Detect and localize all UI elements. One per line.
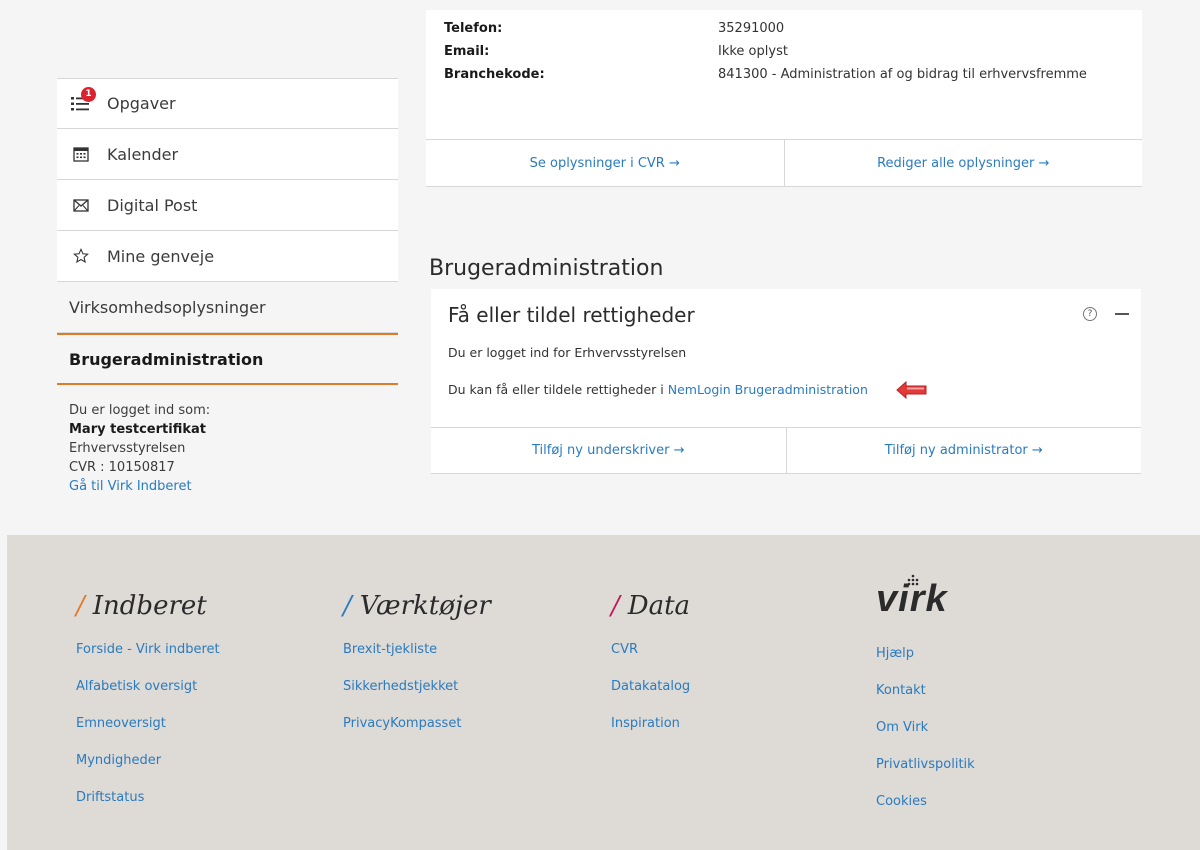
company-actions: Se oplysninger i CVR → Rediger alle oply… <box>426 139 1142 186</box>
footer-col-title-text: Indberet <box>92 591 207 621</box>
info-label: Telefon: <box>444 21 503 36</box>
footer-link[interactable]: Inspiration <box>611 715 690 752</box>
footer-col-data: / Data CVR Datakatalog Inspiration <box>611 591 690 752</box>
envelope-icon <box>69 198 93 212</box>
user-name: Mary testcertifikat <box>69 422 206 437</box>
footer-link[interactable]: Cookies <box>876 793 975 830</box>
footer-col-indberet: / Indberet Forside - Virk indberet Alfabe… <box>76 591 220 826</box>
footer-link[interactable]: Om Virk <box>876 719 975 756</box>
section-title: Brugeradministration <box>429 256 664 281</box>
sidebar-item-label: Opgaver <box>107 94 176 113</box>
sidebar-item-kalender[interactable]: Kalender <box>57 129 398 180</box>
footer-link[interactable]: Kontakt <box>876 682 975 719</box>
logged-in-text: Du er logget ind for Erhvervsstyrelsen <box>448 345 687 360</box>
footer-col-title: / Værktøjer <box>343 591 491 621</box>
nemlogin-link[interactable]: NemLogin Brugeradministration <box>668 382 868 397</box>
footer-link[interactable]: Alfabetisk oversigt <box>76 678 220 715</box>
footer-link[interactable]: PrivacyKompasset <box>343 715 491 752</box>
rights-actions: Tilføj ny underskriver → Tilføj ny admin… <box>431 427 1141 473</box>
footer-col-vaerktoejer: / Værktøjer Brexit-tjekliste Sikkerhedstj… <box>343 591 491 752</box>
footer-link[interactable]: Myndigheder <box>76 752 220 789</box>
title-slash: / <box>611 591 620 621</box>
title-slash: / <box>343 591 352 621</box>
info-row-email: Email: Ikke oplyst <box>426 40 1142 63</box>
rights-text-prefix: Du kan få eller tildele rettigheder i <box>448 382 668 397</box>
footer-link[interactable]: Hjælp <box>876 645 975 682</box>
user-org: Erhvervsstyrelsen <box>69 441 186 456</box>
title-slash: / <box>76 591 85 621</box>
card-title: Få eller tildel rettigheder <box>448 303 695 327</box>
sidebar-item-label: Digital Post <box>107 195 198 215</box>
footer-link[interactable]: Sikkerhedstjekket <box>343 678 491 715</box>
logo-dots-icon <box>907 574 919 586</box>
info-label: Branchekode: <box>444 67 545 82</box>
notification-badge: 1 <box>81 86 96 102</box>
footer-link[interactable]: Datakatalog <box>611 678 690 715</box>
info-label: Email: <box>444 44 490 59</box>
footer-link[interactable]: Emneoversigt <box>76 715 220 752</box>
info-value: Ikke oplyst <box>718 44 788 59</box>
sidebar-item-digital-post[interactable]: Digital Post <box>57 180 398 231</box>
virk-indberet-link[interactable]: Gå til Virk Indberet <box>69 477 386 496</box>
info-row-branchekode: Branchekode: 841300 - Administration af … <box>426 63 1142 86</box>
footer-col-title-text: Data <box>627 591 691 621</box>
info-value: 35291000 <box>718 21 785 36</box>
footer-col-title: / Data <box>611 591 690 621</box>
sidebar-item-mine-genveje[interactable]: Mine genveje <box>57 231 398 282</box>
star-icon <box>69 248 93 264</box>
sidebar-item-brugeradministration[interactable]: Brugeradministration <box>57 333 398 385</box>
footer-col-title-text: Værktøjer <box>359 591 491 621</box>
company-info-card: Telefon: 35291000 Email: Ikke oplyst Bra… <box>426 10 1142 187</box>
footer: / Indberet Forside - Virk indberet Alfabe… <box>7 535 1200 850</box>
sidebar-item-label: Mine genveje <box>107 246 215 266</box>
info-value: 841300 - Administration af og bidrag til… <box>718 67 1087 82</box>
add-admin-button[interactable]: Tilføj ny administrator → <box>785 428 1142 473</box>
virk-logo[interactable]: virk <box>876 574 948 622</box>
login-prefix: Du er logget ind som: <box>69 403 211 418</box>
help-icon[interactable]: ? <box>1083 307 1097 321</box>
footer-link[interactable]: Driftstatus <box>76 789 220 826</box>
collapse-icon[interactable] <box>1115 313 1129 315</box>
sidebar-item-opgaver[interactable]: 1 Opgaver <box>57 78 398 129</box>
sidebar-item-label: Kalender <box>107 144 179 164</box>
footer-link[interactable]: Privatlivspolitik <box>876 756 975 793</box>
sidebar-item-virksomhedsoplysninger[interactable]: Virksomhedsoplysninger <box>57 282 398 333</box>
footer-link[interactable]: Forside - Virk indberet <box>76 641 220 678</box>
footer-col-virk: Hjælp Kontakt Om Virk Privatlivspolitik … <box>876 645 975 830</box>
rights-card: Få eller tildel rettigheder ? Du er logg… <box>431 289 1141 474</box>
red-arrow-icon <box>896 381 927 399</box>
login-info: Du er logget ind som: Mary testcertifika… <box>57 385 398 496</box>
rights-text: Du kan få eller tildele rettigheder i Ne… <box>448 382 868 397</box>
footer-link[interactable]: Brexit-tjekliste <box>343 641 491 678</box>
main-area: 1 Opgaver Kalender Digital Post Mine gen… <box>0 0 1200 535</box>
task-list-icon: 1 <box>69 86 96 112</box>
sidebar: 1 Opgaver Kalender Digital Post Mine gen… <box>57 78 398 496</box>
user-cvr: CVR : 10150817 <box>69 460 175 475</box>
calendar-icon <box>69 146 93 162</box>
edit-all-button[interactable]: Rediger alle oplysninger → <box>783 140 1143 186</box>
footer-link[interactable]: CVR <box>611 641 690 678</box>
add-signer-button[interactable]: Tilføj ny underskriver → <box>431 428 786 473</box>
see-cvr-button[interactable]: Se oplysninger i CVR → <box>426 140 784 186</box>
footer-col-title: / Indberet <box>76 591 220 621</box>
info-row-telefon: Telefon: 35291000 <box>426 17 1142 40</box>
